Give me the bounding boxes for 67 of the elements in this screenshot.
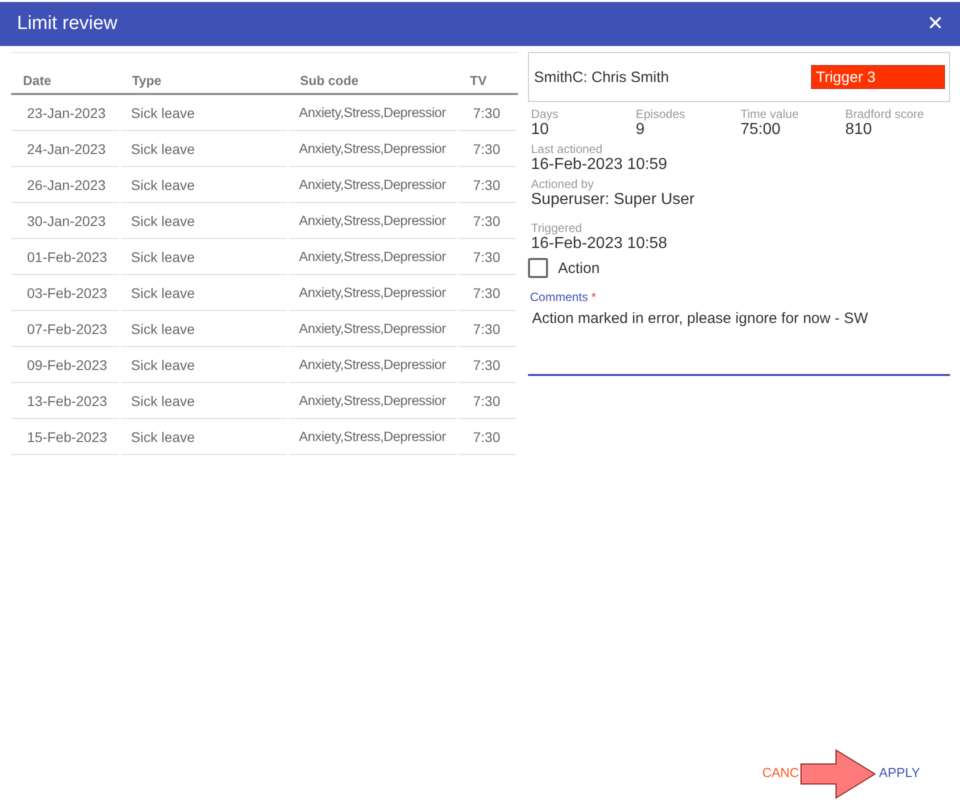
table-cell: 7:30 (459, 167, 516, 203)
detail-label: Last actioned (531, 142, 604, 156)
apply-button[interactable]: APPLY (879, 765, 920, 780)
detail-value: 16-Feb-2023 10:58 (531, 235, 668, 253)
table-cell: 30-Jan-2023 (11, 203, 119, 239)
stat-value: 9 (636, 121, 646, 139)
table-cell: Anxiety,Stress,Depressior (289, 203, 457, 239)
table-cell: 7:30 (459, 131, 516, 167)
table-cell: Anxiety,Stress,Depressior (289, 275, 457, 311)
stat-value: 75:00 (740, 121, 782, 139)
table-cell: Sick leave (121, 167, 287, 203)
table-cell: Sick leave (121, 383, 287, 419)
table-cell: Anxiety,Stress,Depressior (289, 131, 457, 167)
table-cell: Sick leave (121, 95, 287, 131)
table-cell: 7:30 (459, 203, 516, 239)
table-cell: Sick leave (121, 131, 287, 167)
table-cell: 26-Jan-2023 (11, 167, 119, 203)
table-cell: 7:30 (459, 239, 516, 275)
table-cell: Anxiety,Stress,Depressior (289, 419, 457, 455)
stat-label: Days (531, 107, 560, 121)
detail-value: 16-Feb-2023 10:59 (531, 156, 668, 174)
column-header: Type (131, 72, 162, 88)
action-checkbox[interactable] (528, 258, 548, 278)
trigger-badge: Trigger 3 (811, 65, 945, 89)
table-cell: Sick leave (121, 275, 287, 311)
table-cell: 7:30 (459, 275, 516, 311)
comments-label: Comments * (530, 290, 598, 304)
table-cell: 24-Jan-2023 (11, 131, 119, 167)
table-cell: Sick leave (121, 239, 287, 275)
column-header: Date (22, 72, 52, 88)
dialog-title: Limit review (17, 13, 118, 35)
stat-label: Episodes (636, 107, 686, 121)
table-cell: 01-Feb-2023 (11, 239, 119, 275)
table-cell: 7:30 (459, 383, 516, 419)
detail-value: Superuser: Super User (531, 191, 696, 209)
table-cell: 23-Jan-2023 (11, 95, 119, 131)
table-cell: 13-Feb-2023 (11, 383, 119, 419)
detail-label: Triggered (531, 221, 583, 235)
table-cell: 07-Feb-2023 (11, 311, 119, 347)
table-cell: 03-Feb-2023 (11, 275, 119, 311)
stat-label: Bradford score (845, 107, 925, 121)
checkbox-label: Action (558, 260, 600, 276)
stat-value: 10 (531, 121, 550, 139)
table-cell: Anxiety,Stress,Depressior (289, 239, 457, 275)
table-cell: 09-Feb-2023 (11, 347, 119, 383)
table-cell: Anxiety,Stress,Depressior (289, 311, 457, 347)
comments-field[interactable]: Action marked in error, please ignore for now - SW (528, 304, 950, 376)
table-cell: Anxiety,Stress,Depressior (289, 347, 457, 383)
close-button[interactable]: ✕ (927, 14, 944, 34)
table-cell: 7:30 (459, 347, 516, 383)
table-cell: Sick leave (121, 203, 287, 239)
column-header: Sub code (299, 72, 360, 88)
table-cell: Anxiety,Stress,Depressior (289, 383, 457, 419)
table-cell: Sick leave (121, 311, 287, 347)
table-cell: Anxiety,Stress,Depressior (289, 95, 457, 131)
table-cell: 7:30 (459, 95, 516, 131)
stat-value: 810 (845, 121, 873, 139)
table-cell: 7:30 (459, 311, 516, 347)
table-cell: 15-Feb-2023 (11, 419, 119, 455)
employee-name: SmithC: Chris Smith (534, 68, 670, 86)
table-cell: Sick leave (121, 347, 287, 383)
table-cell: 7:30 (459, 419, 516, 455)
stat-label: Time value (740, 107, 800, 121)
column-header: TV (469, 72, 488, 88)
detail-label: Actioned by (531, 177, 595, 191)
table-cell: Anxiety,Stress,Depressior (289, 167, 457, 203)
table-cell: Sick leave (121, 419, 287, 455)
